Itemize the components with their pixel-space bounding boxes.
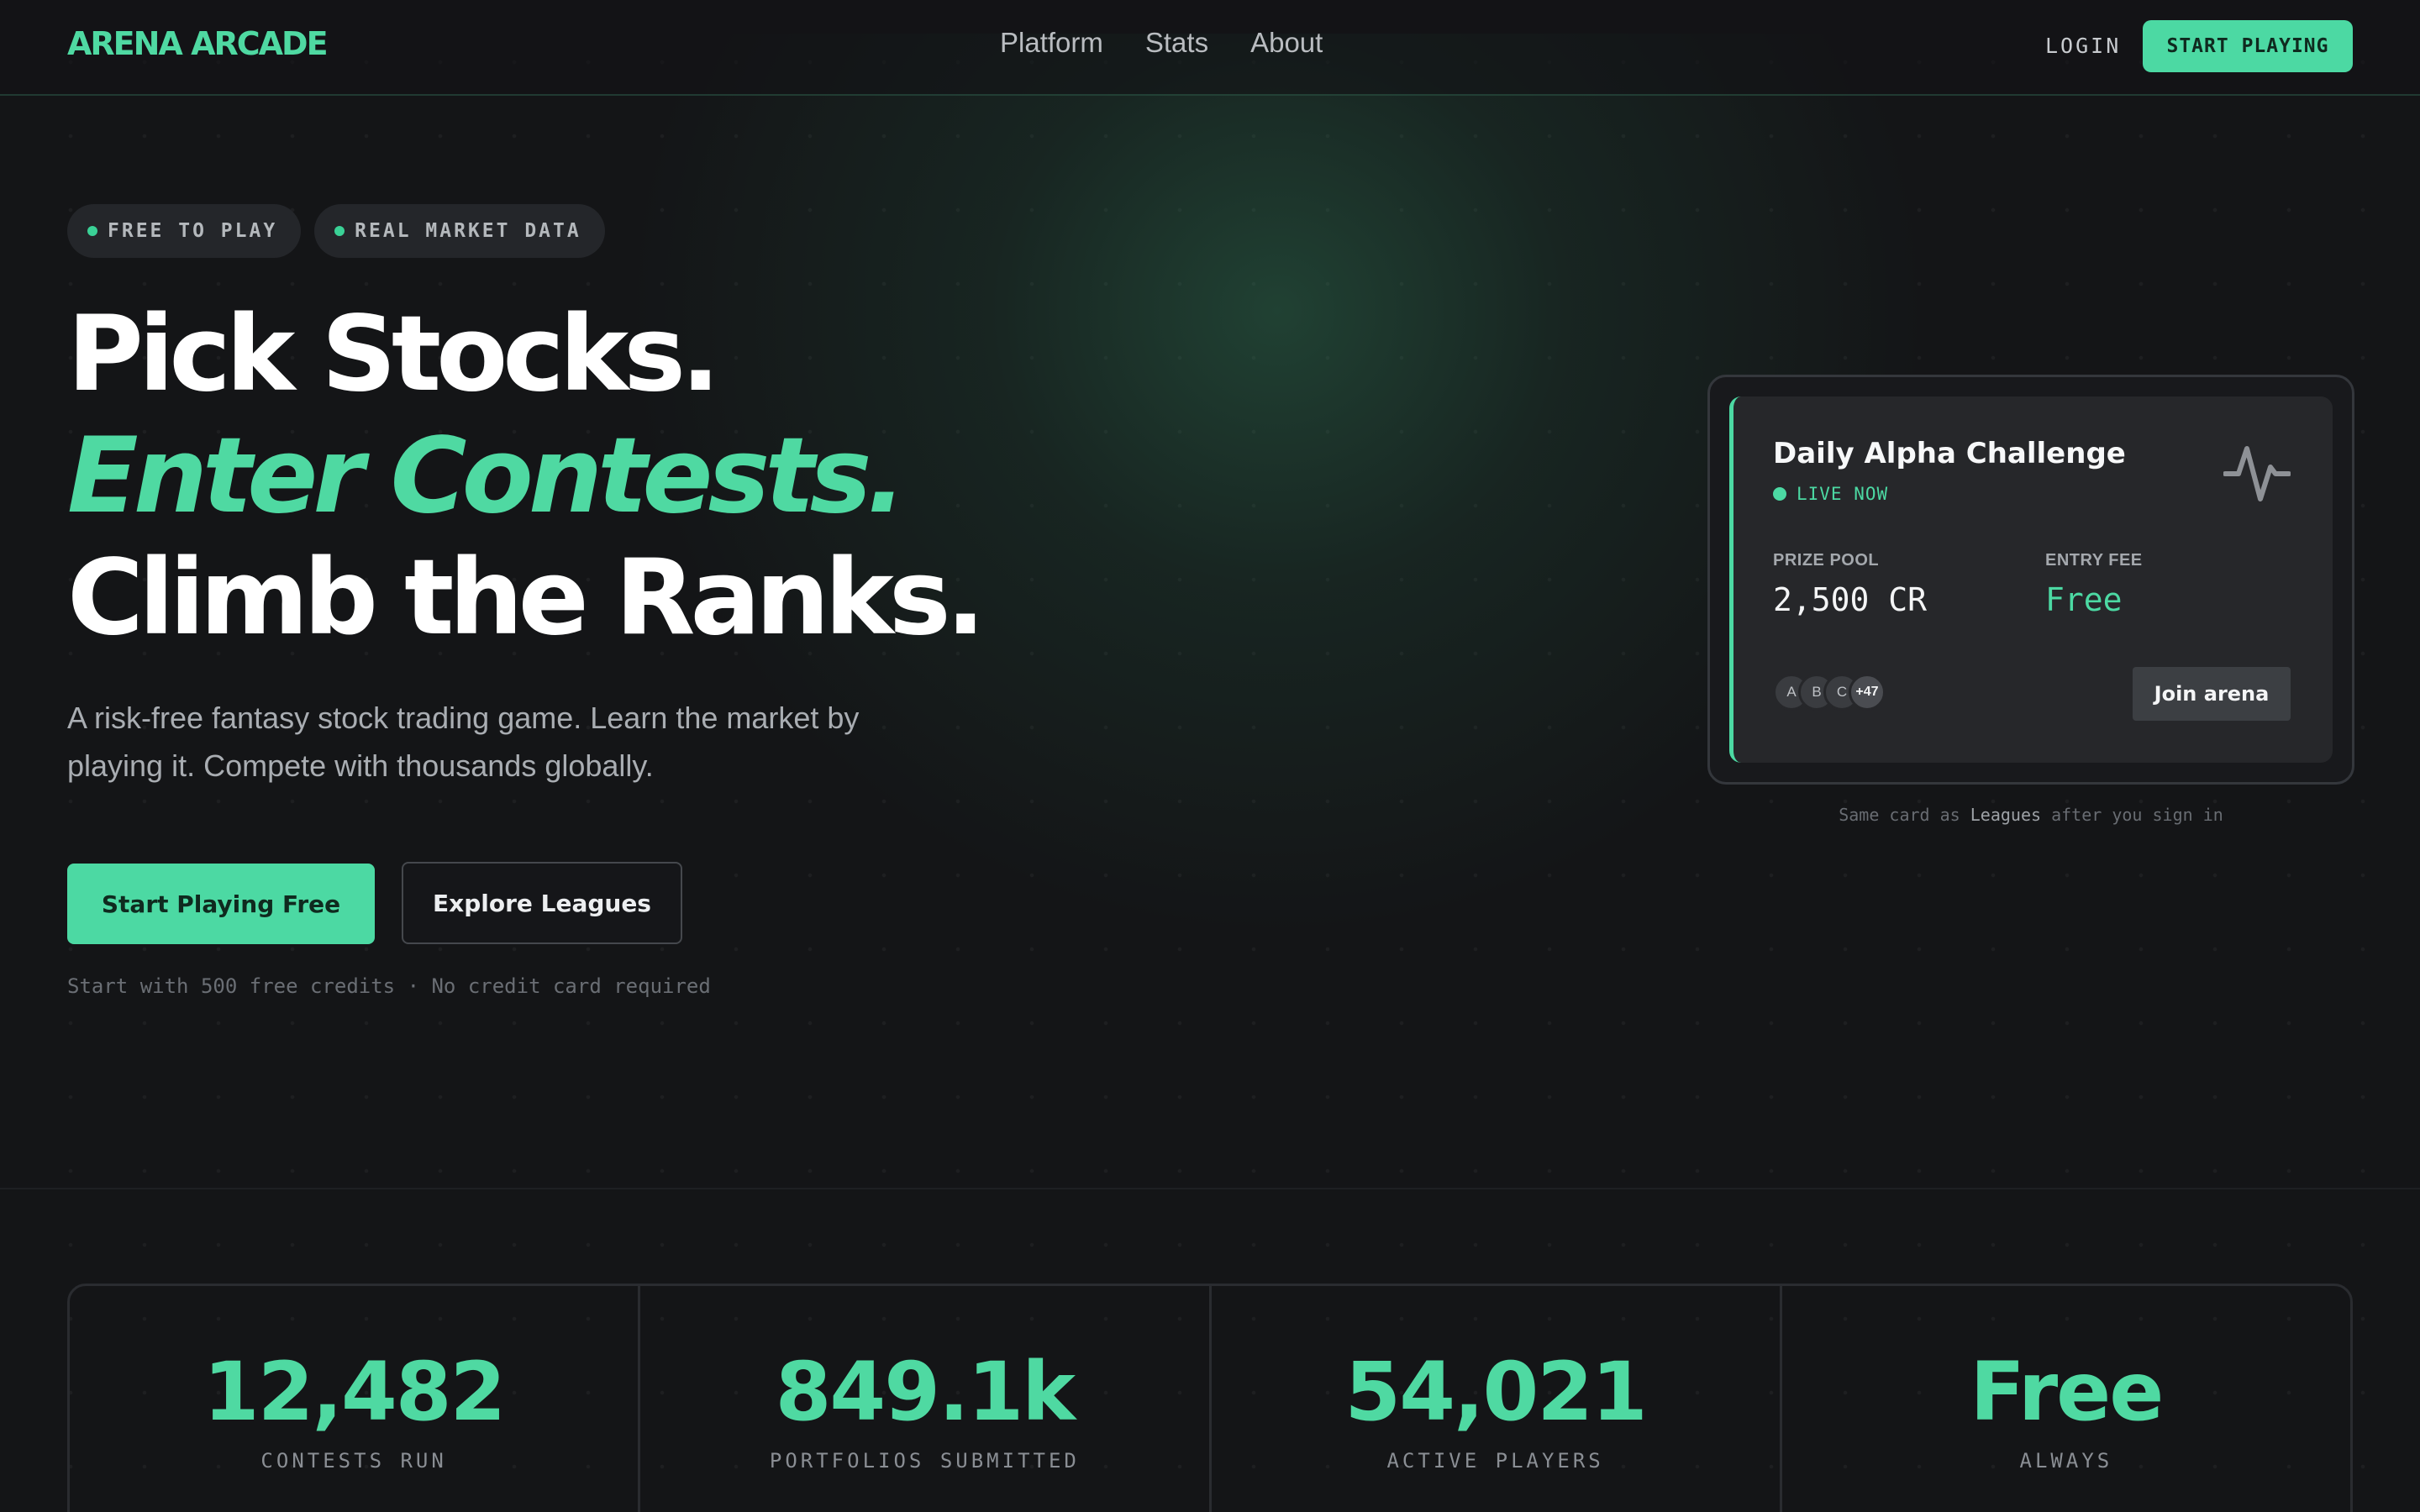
card-note-leagues: Leagues [1970, 805, 2042, 825]
avatar-more-count: +47 [1849, 674, 1886, 711]
login-link[interactable]: LOGIN [2045, 34, 2121, 58]
headline-line-3: Climb the Ranks. [67, 538, 986, 659]
live-dot-icon [1773, 487, 1786, 501]
card-note-text: after you sign in [2051, 805, 2223, 825]
headline-line-2: Enter Contests. [67, 416, 907, 537]
hero-badges: FREE TO PLAY REAL MARKET DATA [67, 204, 605, 258]
card-note: Same card as Leagues after you sign in [1707, 805, 2354, 825]
stats-panel: 12,482 CONTESTS RUN 849.1k PORTFOLIOS SU… [67, 1284, 2353, 1512]
live-status-label: LIVE NOW [1797, 484, 1889, 504]
brand-logo[interactable]: ARENA ARCADE [67, 25, 329, 62]
nav-link-stats[interactable]: Stats [1145, 27, 1208, 59]
nav-links: Platform Stats About [1000, 27, 1323, 59]
badge-real-market-data: REAL MARKET DATA [314, 204, 605, 258]
stat-value: 54,021 [1344, 1345, 1647, 1439]
participant-avatars: A B C +47 [1773, 674, 1886, 711]
card-note-text: Same card as [1839, 805, 1960, 825]
prize-pool-label: PRIZE POOL [1773, 551, 1880, 570]
hero-fine-print: Start with 500 free credits · No credit … [67, 974, 711, 998]
stat-always-free: Free ALWAYS [1782, 1286, 2350, 1512]
nav-link-about[interactable]: About [1250, 27, 1323, 59]
start-playing-button[interactable]: START PLAYING [2143, 20, 2353, 72]
stat-label: ACTIVE PLAYERS [1386, 1449, 1604, 1473]
status-dot-icon [334, 226, 345, 236]
stat-portfolios-submitted: 849.1k PORTFOLIOS SUBMITTED [640, 1286, 1212, 1512]
stat-active-players: 54,021 ACTIVE PLAYERS [1212, 1286, 1782, 1512]
stat-value: 849.1k [775, 1345, 1076, 1439]
join-arena-button[interactable]: Join arena [2133, 667, 2291, 721]
activity-pulse-icon [2223, 446, 2291, 501]
contest-title: Daily Alpha Challenge [1773, 437, 2126, 470]
hero-headline: Pick Stocks. Enter Contests. Climb the R… [67, 294, 986, 659]
stat-value: 12,482 [203, 1345, 506, 1439]
hero-description: A risk-free fantasy stock trading game. … [67, 701, 860, 783]
live-status: LIVE NOW [1773, 484, 1888, 504]
start-playing-free-button[interactable]: Start Playing Free [67, 864, 375, 944]
stat-value: Free [1970, 1345, 2164, 1439]
top-nav: ARENA ARCADE Platform Stats About LOGIN … [0, 0, 2420, 96]
badge-label: REAL MARKET DATA [355, 220, 581, 242]
prize-pool-value: 2,500 CR [1773, 581, 1928, 618]
entry-fee-value: Free [2045, 581, 2123, 618]
stat-label: CONTESTS RUN [260, 1449, 447, 1473]
status-dot-icon [87, 226, 97, 236]
stat-label: PORTFOLIOS SUBMITTED [769, 1449, 1080, 1473]
stat-label: ALWAYS [2019, 1449, 2113, 1473]
nav-link-platform[interactable]: Platform [1000, 27, 1103, 59]
badge-label: FREE TO PLAY [108, 220, 278, 242]
entry-fee-label: ENTRY FEE [2045, 551, 2143, 570]
badge-free-to-play: FREE TO PLAY [67, 204, 302, 258]
explore-leagues-button[interactable]: Explore Leagues [402, 862, 682, 944]
section-divider [0, 1188, 2420, 1189]
stat-contests-run: 12,482 CONTESTS RUN [70, 1286, 641, 1512]
headline-line-1: Pick Stocks. [67, 294, 720, 415]
landing-page: ARENA ARCADE Platform Stats About LOGIN … [0, 0, 2420, 1512]
